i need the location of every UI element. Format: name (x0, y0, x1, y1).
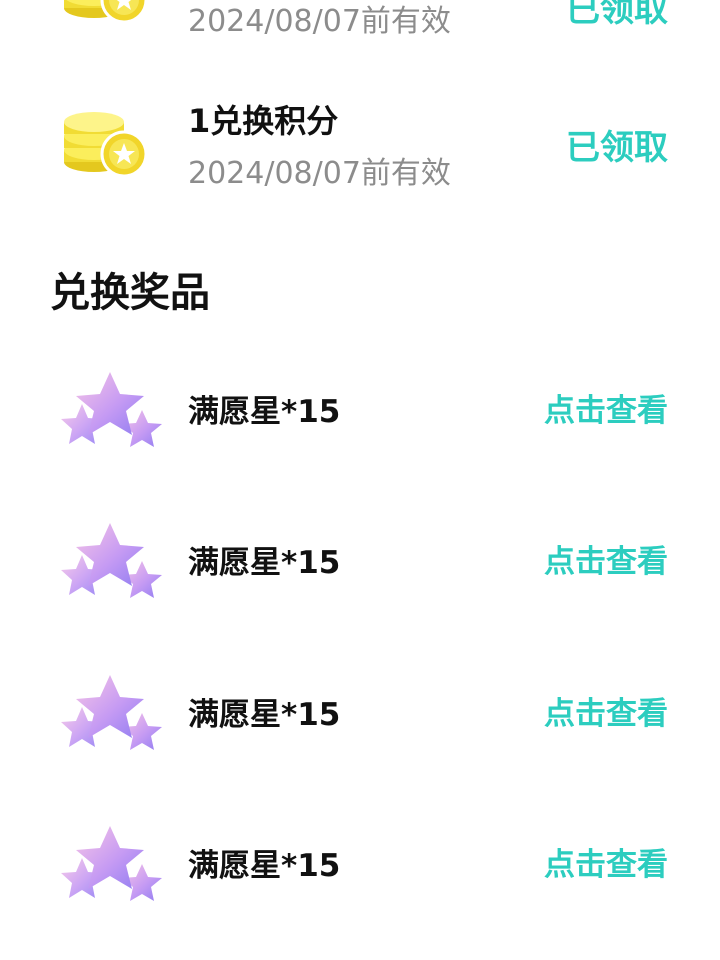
prize-name: 满愿星*15 (188, 697, 341, 733)
prize-item: 满愿星*15 点击查看 (0, 511, 720, 621)
section-title: 兑换奖品 (50, 270, 210, 316)
points-row: 2024/08/07前有效 已领取 (0, 0, 720, 58)
coin-stack-icon (62, 98, 148, 178)
wish-star-icon (44, 663, 168, 763)
prize-item: 满愿星*15 点击查看 (0, 814, 720, 924)
prize-name: 满愿星*15 (188, 848, 341, 884)
prize-item: 满愿星*15 点击查看 (0, 663, 720, 773)
view-prize-link[interactable]: 点击查看 (544, 385, 668, 430)
wish-star-icon (44, 814, 168, 914)
points-row: 1兑换积分 2024/08/07前有效 已领取 (0, 92, 720, 202)
status-claimed: 已领取 (566, 0, 668, 30)
view-prize-link[interactable]: 点击查看 (544, 536, 668, 581)
wish-star-icon (44, 360, 168, 460)
wish-star-icon (44, 511, 168, 611)
status-claimed: 已领取 (566, 128, 668, 168)
points-expiry: 2024/08/07前有效 (188, 4, 451, 39)
points-expiry: 2024/08/07前有效 (188, 156, 451, 191)
points-title: 1兑换积分 (188, 102, 339, 140)
view-prize-link[interactable]: 点击查看 (544, 839, 668, 884)
prize-item: 满愿星*15 点击查看 (0, 360, 720, 470)
prize-name: 满愿星*15 (188, 545, 341, 581)
prize-name: 满愿星*15 (188, 394, 341, 430)
view-prize-link[interactable]: 点击查看 (544, 688, 668, 733)
coin-stack-icon (62, 0, 148, 24)
